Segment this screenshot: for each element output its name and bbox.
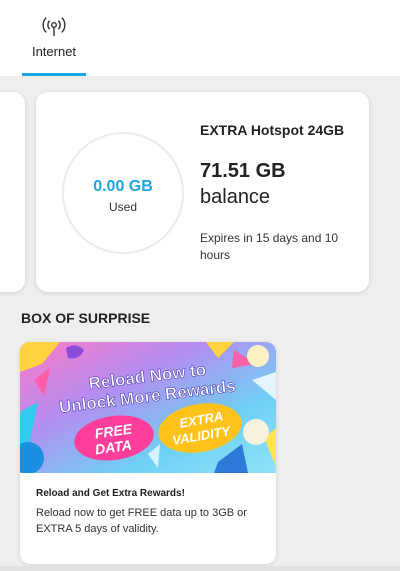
bottom-edge bbox=[0, 566, 400, 571]
used-label: Used bbox=[108, 200, 137, 214]
previous-plan-card[interactable] bbox=[0, 92, 25, 292]
signal-broadcast-icon bbox=[42, 17, 66, 36]
usage-ring: 0.00 GB Used bbox=[62, 132, 184, 254]
active-tab-indicator bbox=[22, 73, 86, 76]
promo-description: Reload now to get FREE data up to 3GB or… bbox=[36, 507, 247, 535]
tab-internet-label: Internet bbox=[31, 44, 77, 59]
balance-label: balance bbox=[200, 186, 271, 208]
expiry-text: Expires in 15 days and 10 hours bbox=[200, 231, 339, 262]
tab-bar: Internet bbox=[0, 0, 400, 76]
used-value: 0.00 GB bbox=[93, 178, 153, 195]
tab-internet[interactable]: Internet bbox=[22, 14, 86, 76]
promo-title: Reload and Get Extra Rewards! bbox=[36, 488, 185, 499]
plan-name: EXTRA Hotspot 24GB bbox=[200, 122, 345, 138]
section-title: BOX OF SURPRISE bbox=[21, 310, 151, 326]
promo-banner-image: Reload Now to Unlock More Rewards FREE D… bbox=[20, 342, 276, 473]
promo-card[interactable]: Reload Now to Unlock More Rewards FREE D… bbox=[20, 342, 276, 564]
plan-card[interactable]: 0.00 GB Used EXTRA Hotspot 24GB 71.51 GB… bbox=[36, 92, 369, 292]
balance-amount: 71.51 GB bbox=[200, 160, 286, 182]
